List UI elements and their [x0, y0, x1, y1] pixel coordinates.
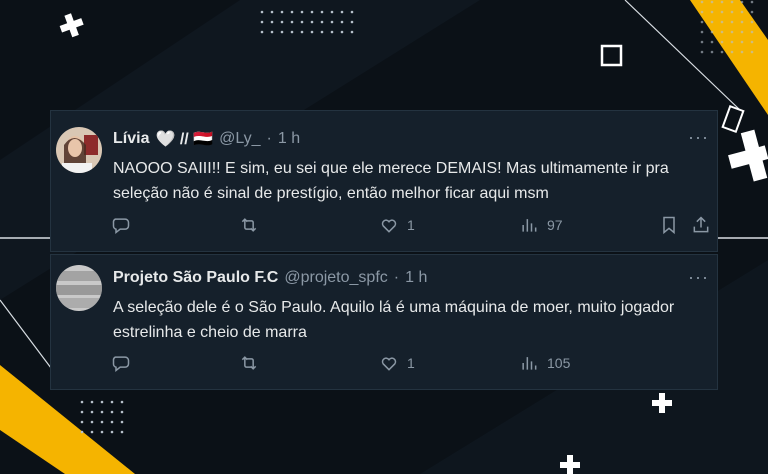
retweet-icon: [241, 218, 257, 232]
author-name[interactable]: Lívia: [113, 130, 149, 148]
tweet-card-1[interactable]: Lívia 🤍 // 🇾🇪 @Ly_ · 1 h ··· NAOOO SAIII…: [50, 110, 718, 252]
tweet-actions: 1 105: [111, 353, 711, 375]
tweet-card-2[interactable]: Projeto São Paulo F.C @projeto_spfc · 1 …: [50, 254, 718, 390]
share-icon: [693, 216, 709, 233]
share-button[interactable]: [691, 215, 711, 235]
tweet-text: A seleção dele é o São Paulo. Aquilo lá …: [113, 299, 675, 341]
bookmark-icon: [663, 216, 675, 235]
reply-icon: [112, 356, 130, 373]
views-icon: [522, 357, 537, 370]
like-count: 1: [407, 355, 415, 371]
like-count: 1: [407, 217, 415, 233]
tweet-header: Lívia 🤍 // 🇾🇪 @Ly_ · 1 h: [113, 130, 301, 148]
retweet-button[interactable]: [239, 353, 259, 373]
author-handle[interactable]: @Ly_: [219, 130, 260, 148]
reply-button[interactable]: [111, 353, 131, 373]
author-name[interactable]: Projeto São Paulo F.C: [113, 269, 278, 287]
views-button[interactable]: 97: [519, 215, 563, 235]
like-icon: [381, 219, 397, 233]
tweet-header: Projeto São Paulo F.C @projeto_spfc · 1 …: [113, 269, 428, 287]
views-count: 105: [547, 355, 571, 371]
retweet-icon: [241, 356, 257, 370]
more-options-icon[interactable]: ···: [688, 267, 709, 288]
views-count: 97: [547, 217, 563, 233]
avatar[interactable]: [56, 127, 102, 173]
views-button[interactable]: 105: [519, 353, 570, 373]
author-handle[interactable]: @projeto_spfc: [284, 269, 387, 287]
reply-icon: [112, 218, 130, 235]
reply-button[interactable]: [111, 215, 131, 235]
tweet-text: NAOOO SAIII!! E sim, eu sei que ele mere…: [113, 160, 669, 202]
more-options-icon[interactable]: ···: [688, 127, 709, 148]
like-icon: [381, 357, 397, 371]
retweet-button[interactable]: [239, 215, 259, 235]
like-button[interactable]: 1: [379, 353, 415, 373]
views-icon: [522, 219, 537, 232]
author-emoji: 🤍 // 🇾🇪: [155, 131, 214, 148]
tweet-time[interactable]: 1 h: [278, 130, 300, 148]
tweet-time[interactable]: 1 h: [405, 269, 427, 287]
bookmark-button[interactable]: [659, 215, 679, 235]
avatar[interactable]: [56, 265, 102, 311]
tweet-actions: 1 97: [111, 215, 711, 237]
like-button[interactable]: 1: [379, 215, 415, 235]
